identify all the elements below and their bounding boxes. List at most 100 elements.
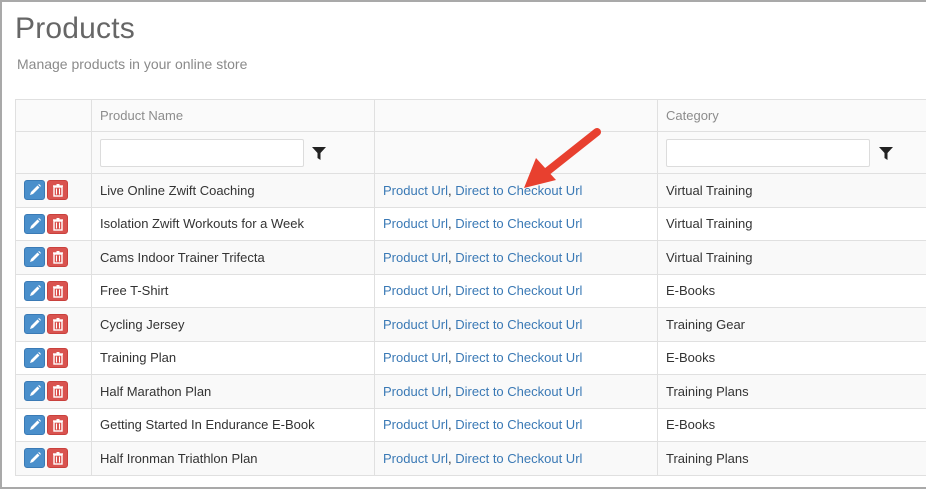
- product-links-cell: Product Url, Direct to Checkout Url: [374, 374, 658, 409]
- filter-cell-product-name: [91, 131, 375, 174]
- pencil-icon: [30, 284, 41, 296]
- product-url-link[interactable]: Product Url: [383, 384, 448, 399]
- delete-button[interactable]: [47, 414, 68, 435]
- trash-icon: [53, 318, 63, 331]
- delete-button[interactable]: [47, 280, 68, 301]
- edit-button[interactable]: [24, 381, 45, 402]
- product-links-cell: Product Url, Direct to Checkout Url: [374, 240, 658, 275]
- product-name-cell: Isolation Zwift Workouts for a Week: [91, 206, 375, 241]
- column-header-category[interactable]: Category: [657, 99, 926, 132]
- column-header-actions: [15, 99, 92, 132]
- product-links-cell: Product Url, Direct to Checkout Url: [374, 441, 658, 476]
- edit-button[interactable]: [24, 314, 45, 335]
- product-name-cell: Free T-Shirt: [91, 273, 375, 308]
- edit-button[interactable]: [24, 414, 45, 435]
- funnel-icon[interactable]: [312, 147, 326, 160]
- filter-row: [15, 131, 926, 174]
- checkout-url-link[interactable]: Direct to Checkout Url: [455, 216, 582, 231]
- trash-icon: [53, 452, 63, 465]
- checkout-url-link[interactable]: Direct to Checkout Url: [455, 384, 582, 399]
- delete-button[interactable]: [47, 213, 68, 234]
- product-links-cell: Product Url, Direct to Checkout Url: [374, 206, 658, 241]
- checkout-url-link[interactable]: Direct to Checkout Url: [455, 417, 582, 432]
- window-frame: Products Manage products in your online …: [0, 0, 926, 489]
- edit-button[interactable]: [24, 213, 45, 234]
- product-name-cell: Half Ironman Triathlon Plan: [91, 441, 375, 476]
- table-body: Live Online Zwift Coaching Product Url, …: [15, 173, 926, 476]
- edit-button[interactable]: [24, 180, 45, 201]
- product-name-filter-input[interactable]: [100, 138, 304, 167]
- filter-cell-links: [374, 131, 658, 174]
- edit-button[interactable]: [24, 448, 45, 469]
- category-cell: Virtual Training: [657, 206, 926, 241]
- product-url-link[interactable]: Product Url: [383, 283, 448, 298]
- edit-button[interactable]: [24, 347, 45, 368]
- column-header-product-name[interactable]: Product Name: [91, 99, 375, 132]
- page-title: Products: [15, 12, 135, 45]
- category-cell: Virtual Training: [657, 240, 926, 275]
- table-row: Training Plan Product Url, Direct to Che…: [15, 340, 926, 375]
- row-actions: [15, 273, 92, 308]
- checkout-url-link[interactable]: Direct to Checkout Url: [455, 283, 582, 298]
- product-name-cell: Getting Started In Endurance E-Book: [91, 407, 375, 442]
- edit-button[interactable]: [24, 247, 45, 268]
- checkout-url-link[interactable]: Direct to Checkout Url: [455, 317, 582, 332]
- category-cell: Training Plans: [657, 374, 926, 409]
- category-cell: Virtual Training: [657, 173, 926, 208]
- row-actions: [15, 240, 92, 275]
- product-name-cell: Half Marathon Plan: [91, 374, 375, 409]
- red-arrow-icon: [524, 128, 601, 188]
- table-row: Live Online Zwift Coaching Product Url, …: [15, 173, 926, 208]
- products-table: Product Name Category Live Online Zwift …: [15, 99, 926, 476]
- product-name-cell: Cycling Jersey: [91, 307, 375, 342]
- product-links-cell: Product Url, Direct to Checkout Url: [374, 407, 658, 442]
- product-url-link[interactable]: Product Url: [383, 350, 448, 365]
- filter-cell-category: [657, 131, 926, 174]
- checkout-url-link[interactable]: Direct to Checkout Url: [455, 451, 582, 466]
- delete-button[interactable]: [47, 247, 68, 268]
- filter-cell-actions: [15, 131, 92, 174]
- pencil-icon: [30, 217, 41, 229]
- product-url-link[interactable]: Product Url: [383, 317, 448, 332]
- product-name-cell: Cams Indoor Trainer Trifecta: [91, 240, 375, 275]
- trash-icon: [53, 184, 63, 197]
- funnel-icon[interactable]: [879, 147, 893, 160]
- delete-button[interactable]: [47, 314, 68, 335]
- row-actions: [15, 307, 92, 342]
- table-row: Half Ironman Triathlon Plan Product Url,…: [15, 441, 926, 476]
- category-cell: Training Plans: [657, 441, 926, 476]
- delete-button[interactable]: [47, 347, 68, 368]
- table-row: Free T-Shirt Product Url, Direct to Chec…: [15, 273, 926, 308]
- edit-button[interactable]: [24, 280, 45, 301]
- trash-icon: [53, 385, 63, 398]
- product-links-cell: Product Url, Direct to Checkout Url: [374, 340, 658, 375]
- product-links-cell: Product Url, Direct to Checkout Url: [374, 173, 658, 208]
- trash-icon: [53, 217, 63, 231]
- pencil-icon: [30, 251, 41, 263]
- category-cell: Training Gear: [657, 307, 926, 342]
- row-actions: [15, 340, 92, 375]
- category-filter-input[interactable]: [666, 138, 870, 167]
- row-actions: [15, 374, 92, 409]
- product-url-link[interactable]: Product Url: [383, 216, 448, 231]
- product-name-cell: Live Online Zwift Coaching: [91, 173, 375, 208]
- page-subtitle: Manage products in your online store: [17, 56, 248, 72]
- delete-button[interactable]: [47, 448, 68, 469]
- product-url-link[interactable]: Product Url: [383, 417, 448, 432]
- delete-button[interactable]: [47, 381, 68, 402]
- product-url-link[interactable]: Product Url: [383, 250, 448, 265]
- product-url-link[interactable]: Product Url: [383, 183, 448, 198]
- trash-icon: [53, 251, 63, 264]
- trash-icon: [53, 284, 63, 298]
- table-row: Cycling Jersey Product Url, Direct to Ch…: [15, 307, 926, 342]
- checkout-url-link[interactable]: Direct to Checkout Url: [455, 350, 582, 365]
- pencil-icon: [30, 184, 41, 196]
- checkout-url-link[interactable]: Direct to Checkout Url: [455, 250, 582, 265]
- delete-button[interactable]: [47, 180, 68, 201]
- row-actions: [15, 441, 92, 476]
- product-name-cell: Training Plan: [91, 340, 375, 375]
- row-actions: [15, 173, 92, 208]
- column-header-links: [374, 99, 658, 132]
- product-url-link[interactable]: Product Url: [383, 451, 448, 466]
- table-row: Getting Started In Endurance E-Book Prod…: [15, 407, 926, 442]
